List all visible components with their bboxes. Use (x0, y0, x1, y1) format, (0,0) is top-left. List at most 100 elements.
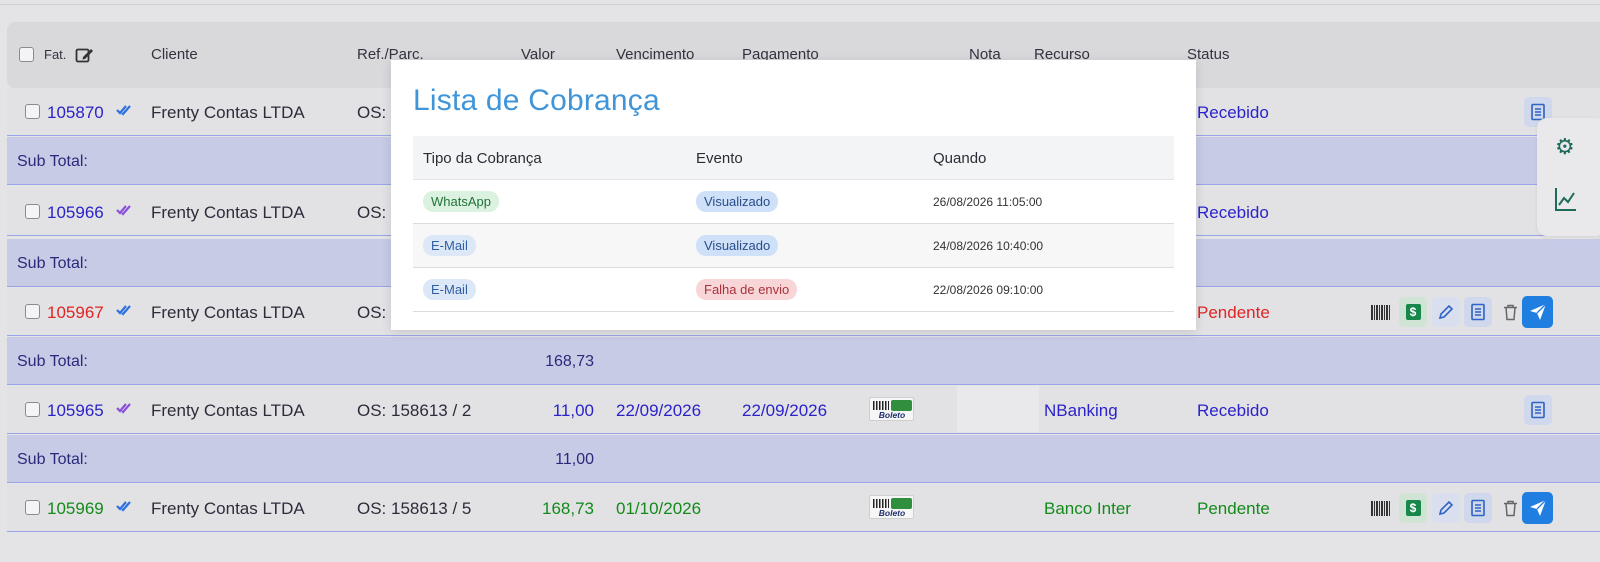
row-checkbox[interactable] (25, 304, 40, 319)
barcode-button[interactable] (1367, 297, 1395, 327)
subtotal-label: Sub Total: (17, 353, 88, 370)
billing-table: Tipo da Cobrança Evento Quando WhatsApp … (413, 136, 1174, 312)
billing-table-header: Tipo da Cobrança Evento Quando (413, 136, 1174, 180)
reference: OS: (357, 303, 387, 322)
event-timestamp: 26/08/2026 11:05:00 (933, 195, 1043, 209)
delete-button[interactable] (1496, 297, 1524, 327)
status-text: Recebido (1197, 203, 1269, 222)
select-all-checkbox[interactable] (19, 47, 34, 62)
column-tipo: Tipo da Cobrança (423, 150, 542, 167)
event-timestamp: 22/08/2026 09:10:00 (933, 283, 1044, 297)
delete-button[interactable] (1496, 493, 1524, 523)
double-check-icon (116, 403, 131, 414)
header-cliente[interactable]: Cliente (151, 46, 198, 63)
status-text: Recebido (1197, 401, 1269, 420)
channel-badge: E-Mail (423, 235, 476, 256)
edit-icon[interactable] (75, 46, 94, 64)
row-checkbox[interactable] (25, 104, 40, 119)
dollar-icon: $ (1405, 304, 1421, 320)
table-row[interactable]: 105969 Frenty Contas LTDA OS: 158613 / 5… (7, 484, 1600, 532)
trash-icon (1503, 500, 1517, 516)
channel-badge: E-Mail (423, 279, 476, 300)
status-text: Pendente (1197, 499, 1270, 518)
barcode-icon (1371, 500, 1391, 516)
billing-list-modal: Lista de Cobrança Tipo da Cobrança Event… (391, 60, 1196, 330)
event-badge: Visualizado (696, 235, 779, 256)
pay-button[interactable]: $ (1399, 493, 1427, 523)
client-name: Frenty Contas LTDA (151, 103, 305, 122)
invoice-number-link[interactable]: 105966 (47, 203, 104, 223)
chart-icon[interactable] (1554, 186, 1578, 212)
reference: OS: 158613 / 5 (357, 499, 472, 518)
subtotal-row: Sub Total: 11,00 (7, 435, 1600, 483)
invoice-number-link[interactable]: 105967 (47, 303, 104, 323)
edit-button[interactable] (1432, 297, 1460, 327)
double-check-icon (116, 501, 131, 512)
column-quando: Quando (933, 150, 987, 167)
header-fat: Fat. (44, 47, 67, 62)
status-text: Recebido (1197, 103, 1269, 122)
payment-date: 22/09/2026 (742, 401, 828, 420)
client-name: Frenty Contas LTDA (151, 499, 305, 518)
event-timestamp: 24/08/2026 10:40:00 (933, 239, 1044, 253)
reference: OS: (357, 103, 387, 122)
side-tools-panel: ⚙ (1537, 118, 1600, 236)
subtotal-value: 11,00 (555, 451, 594, 468)
receipt-button[interactable] (1464, 493, 1492, 523)
billing-row: E-Mail Falha de envio 22/08/2026 09:10:0… (413, 268, 1174, 312)
client-name: Frenty Contas LTDA (151, 401, 305, 420)
billing-row: E-Mail Visualizado 24/08/2026 10:40:00 (413, 224, 1174, 268)
receipt-button[interactable] (1524, 395, 1552, 425)
due-date: 01/10/2026 (616, 499, 702, 518)
send-button[interactable] (1522, 296, 1553, 328)
pencil-icon (1438, 500, 1454, 516)
send-icon (1529, 303, 1546, 320)
due-date: 22/09/2026 (616, 401, 702, 420)
dashboard-icon[interactable]: ⚙ (1555, 134, 1575, 160)
receipt-icon (1471, 303, 1485, 321)
event-badge: Falha de envio (696, 279, 798, 300)
receipt-icon (1471, 499, 1485, 517)
subtotal-label: Sub Total: (17, 451, 88, 468)
edit-button[interactable] (1432, 493, 1460, 523)
subtotal-label: Sub Total: (17, 255, 88, 272)
pay-button[interactable]: $ (1399, 297, 1427, 327)
billing-row: WhatsApp Visualizado 26/08/2026 11:05:00 (413, 180, 1174, 224)
barcode-icon (1371, 304, 1391, 320)
row-checkbox[interactable] (25, 500, 40, 515)
resource: Banco Inter (1044, 499, 1131, 518)
channel-badge: WhatsApp (423, 191, 499, 212)
client-name: Frenty Contas LTDA (151, 203, 305, 222)
amount: 168,73 (542, 499, 594, 518)
reference: OS: (357, 203, 387, 222)
client-name: Frenty Contas LTDA (151, 303, 305, 322)
nota-cell (957, 386, 1039, 432)
subtotal-label: Sub Total: (17, 153, 88, 170)
dollar-icon: $ (1405, 500, 1421, 516)
row-checkbox[interactable] (25, 402, 40, 417)
modal-title: Lista de Cobrança (413, 84, 660, 117)
status-text: Pendente (1197, 303, 1270, 322)
amount: 11,00 (552, 401, 594, 420)
invoice-number-link[interactable]: 105870 (47, 103, 104, 123)
invoice-number-link[interactable]: 105969 (47, 499, 104, 519)
double-check-icon (116, 205, 131, 216)
trash-icon (1503, 304, 1517, 320)
column-evento: Evento (696, 150, 743, 167)
table-row[interactable]: 105965 Frenty Contas LTDA OS: 158613 / 2… (7, 386, 1600, 434)
top-divider (0, 4, 1600, 5)
boleto-icon[interactable]: Boleto (869, 397, 914, 421)
receipt-button[interactable] (1464, 297, 1492, 327)
subtotal-value: 168,73 (545, 353, 594, 370)
receipt-icon (1531, 401, 1545, 419)
invoice-number-link[interactable]: 105965 (47, 401, 104, 421)
event-badge: Visualizado (696, 191, 779, 212)
row-checkbox[interactable] (25, 204, 40, 219)
double-check-icon (116, 305, 131, 316)
boleto-icon[interactable]: Boleto (869, 495, 914, 519)
reference: OS: 158613 / 2 (357, 401, 472, 420)
pencil-icon (1438, 304, 1454, 320)
send-button[interactable] (1522, 492, 1553, 524)
barcode-button[interactable] (1367, 493, 1395, 523)
subtotal-row: Sub Total: 168,73 (7, 337, 1600, 385)
